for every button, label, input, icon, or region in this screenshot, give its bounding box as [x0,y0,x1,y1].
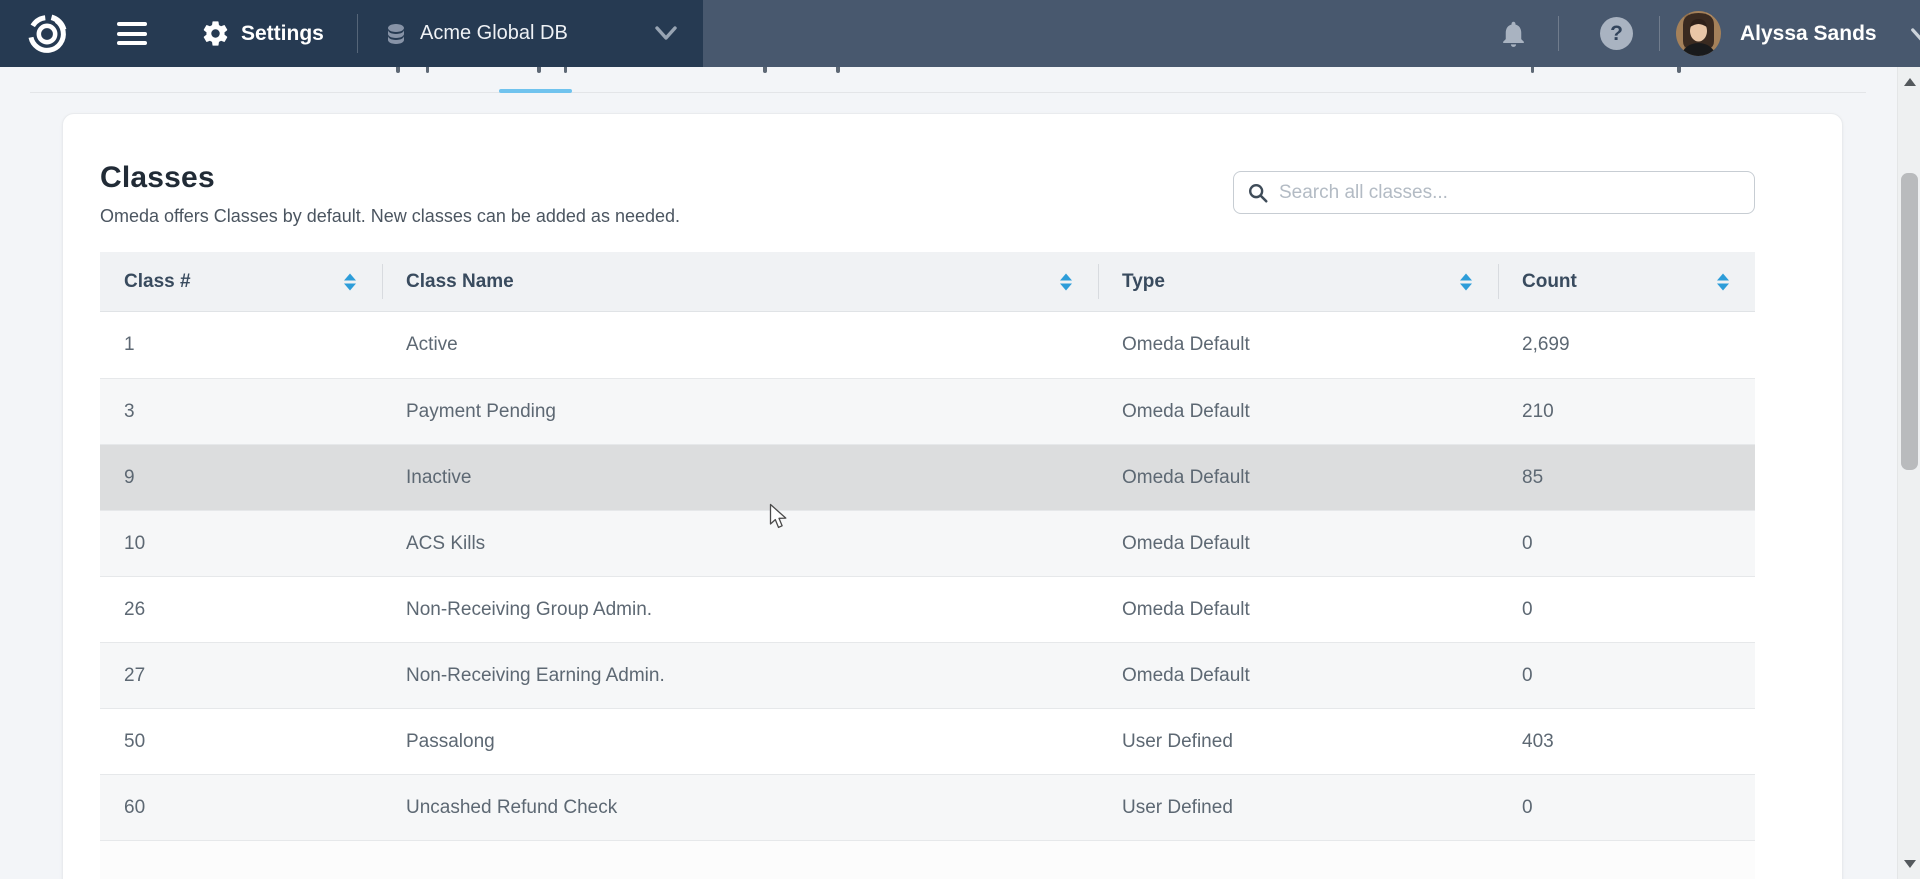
tab-label-descender [836,66,840,73]
column-header-class-number[interactable]: Class # [100,252,382,311]
omeda-logo-icon [27,14,67,54]
search-input[interactable] [1233,171,1755,214]
cell-count: 0 [1498,511,1755,576]
database-selector-label: Acme Global DB [420,22,568,45]
header-divider [1659,16,1660,51]
cell-count: 0 [1498,643,1755,708]
classes-table: Class # Class Name Type Count 1 Active O… [100,252,1755,879]
settings-menu-item[interactable]: Settings [201,0,324,67]
cell-type: Omeda Default [1098,643,1498,708]
avatar [1676,11,1721,56]
database-selector[interactable]: Acme Global DB [384,0,568,67]
settings-label: Settings [241,22,324,46]
table-row[interactable]: 26 Non-Receiving Group Admin. Omeda Defa… [100,576,1755,642]
scrollbar-down-arrow[interactable] [1904,860,1916,868]
sort-icon[interactable] [1060,273,1072,290]
header-left-segment [0,0,703,67]
table-row[interactable]: 27 Non-Receiving Earning Admin. Omeda De… [100,642,1755,708]
table-row[interactable]: 9 Inactive Omeda Default 85 [100,444,1755,510]
classes-panel: Classes Omeda offers Classes by default.… [62,113,1843,879]
page-title: Classes [100,161,215,195]
scrollbar-up-arrow[interactable] [1904,78,1916,86]
page-scrollbar[interactable] [1897,67,1920,879]
tab-label-descender [564,66,567,73]
cell-class-number: 1 [100,312,382,378]
top-navigation-bar: Settings Acme Global DB ? [0,0,1920,67]
sort-icon[interactable] [1460,273,1472,290]
table-row[interactable]: 50 Passalong User Defined 403 [100,708,1755,774]
table-row[interactable]: 60 Uncashed Refund Check User Defined 0 [100,774,1755,840]
hamburger-menu-icon[interactable] [117,0,147,67]
cell-count: 210 [1498,379,1755,444]
user-menu[interactable]: Alyssa Sands [1676,0,1920,67]
search-box [1233,171,1755,214]
tabbar-bottom-border [30,92,1866,93]
cell-class-number: 10 [100,511,382,576]
cell-count: 2,699 [1498,312,1755,378]
cell-count: 403 [1498,709,1755,774]
cell-class-number: 26 [100,577,382,642]
user-name: Alyssa Sands [1740,22,1877,46]
database-icon [384,21,408,47]
cell-class-name: Uncashed Refund Check [382,775,1098,840]
tab-label-descender [1677,66,1681,73]
sort-icon[interactable] [344,273,356,290]
table-body: 1 Active Omeda Default 2,699 3 Payment P… [100,312,1755,840]
cell-type: Omeda Default [1098,312,1498,378]
table-header-row: Class # Class Name Type Count [100,252,1755,312]
cell-class-name: Inactive [382,445,1098,510]
sort-icon[interactable] [1717,273,1729,290]
tab-label-descender [763,66,767,73]
column-header-count[interactable]: Count [1498,252,1755,311]
cell-class-name: Passalong [382,709,1098,774]
cell-class-number: 60 [100,775,382,840]
tab-label-descender [426,66,429,73]
cell-class-name: Payment Pending [382,379,1098,444]
column-header-class-name[interactable]: Class Name [382,252,1098,311]
cell-type: User Defined [1098,709,1498,774]
cell-type: Omeda Default [1098,379,1498,444]
header-divider [1558,16,1559,51]
help-icon: ? [1600,17,1633,50]
cell-class-number: 3 [100,379,382,444]
tab-label-descender [1531,66,1534,73]
cell-count: 0 [1498,577,1755,642]
cell-type: User Defined [1098,775,1498,840]
table-row[interactable]: 3 Payment Pending Omeda Default 210 [100,378,1755,444]
cell-class-name: Non-Receiving Earning Admin. [382,643,1098,708]
scrollbar-thumb[interactable] [1901,173,1918,470]
gear-icon [201,19,230,48]
tab-label-descender [537,66,541,73]
cell-count: 85 [1498,445,1755,510]
cell-class-number: 50 [100,709,382,774]
header-divider [357,14,358,53]
column-header-type[interactable]: Type [1098,252,1498,311]
table-row-partial [100,840,1755,879]
bell-icon [1498,18,1529,50]
cell-type: Omeda Default [1098,511,1498,576]
active-tab-indicator [499,89,572,93]
help-button[interactable]: ? [1600,0,1633,67]
cell-type: Omeda Default [1098,445,1498,510]
tab-label-descender [396,66,400,73]
table-row[interactable]: 1 Active Omeda Default 2,699 [100,312,1755,378]
omeda-logo[interactable] [27,0,67,67]
notifications-button[interactable] [1498,0,1529,67]
cell-class-name: Active [382,312,1098,378]
chevron-down-icon[interactable] [654,26,678,41]
cell-type: Omeda Default [1098,577,1498,642]
table-row[interactable]: 10 ACS Kills Omeda Default 0 [100,510,1755,576]
cell-class-number: 9 [100,445,382,510]
chevron-down-icon [1910,28,1920,42]
cell-class-number: 27 [100,643,382,708]
cell-class-name: Non-Receiving Group Admin. [382,577,1098,642]
cell-class-name: ACS Kills [382,511,1098,576]
page-subtitle: Omeda offers Classes by default. New cla… [100,206,680,227]
cell-count: 0 [1498,775,1755,840]
